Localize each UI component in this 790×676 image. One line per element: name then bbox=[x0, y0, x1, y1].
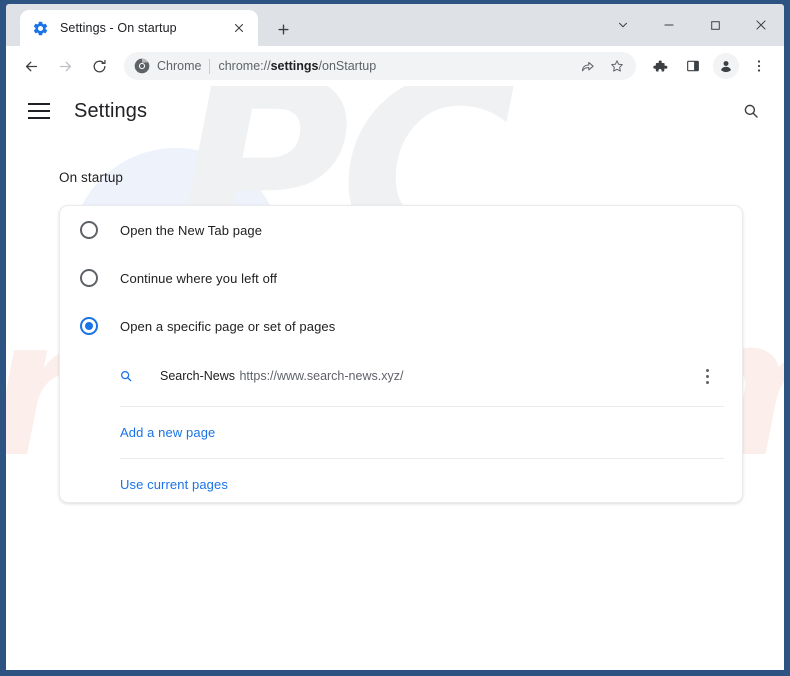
menu-dot bbox=[705, 368, 709, 372]
startup-page-row: Search-News https://www.search-news.xyz/ bbox=[60, 348, 742, 404]
reload-icon[interactable] bbox=[85, 52, 113, 80]
add-new-page-link[interactable]: Add a new page bbox=[120, 425, 215, 440]
radio-label: Open the New Tab page bbox=[120, 222, 263, 238]
close-icon[interactable] bbox=[738, 4, 784, 46]
startup-page-three-dot-menu-icon[interactable] bbox=[696, 361, 718, 391]
radio-label: Open a specific page or set of pages bbox=[120, 318, 336, 334]
new-tab-button[interactable] bbox=[270, 16, 296, 42]
search-magnifier-icon bbox=[118, 368, 134, 384]
chrome-logo-icon bbox=[134, 58, 150, 74]
radio-option-continue-where-left-off[interactable]: Continue where you left off bbox=[60, 254, 742, 302]
omnibox-actions bbox=[572, 52, 632, 80]
settings-page: PC risk.com Settings On startup Op bbox=[6, 86, 784, 670]
omnibox-url[interactable]: chrome://settings/onStartup bbox=[218, 59, 572, 73]
puzzle-piece-icon[interactable] bbox=[645, 52, 673, 80]
search-icon[interactable] bbox=[738, 98, 764, 124]
startup-page-name: Search-News bbox=[160, 369, 236, 383]
tab-strip: Settings - On startup bbox=[6, 4, 784, 46]
radio-indicator[interactable] bbox=[80, 269, 98, 287]
url-prefix: chrome:// bbox=[218, 59, 271, 73]
hamburger-menu-icon[interactable] bbox=[28, 99, 52, 123]
omnibox-separator bbox=[209, 58, 211, 74]
hamburger-line bbox=[28, 110, 50, 112]
minimize-icon[interactable] bbox=[646, 4, 692, 46]
back-arrow-icon[interactable] bbox=[17, 52, 45, 80]
radio-indicator[interactable] bbox=[80, 221, 98, 239]
radio-indicator-selected[interactable] bbox=[80, 317, 98, 335]
url-path: /onStartup bbox=[318, 59, 377, 73]
radio-label: Continue where you left off bbox=[120, 270, 278, 286]
side-panel-icon[interactable] bbox=[679, 52, 707, 80]
add-new-page-row[interactable]: Add a new page bbox=[120, 407, 215, 457]
use-current-pages-link[interactable]: Use current pages bbox=[120, 477, 228, 492]
tab-close-icon[interactable] bbox=[230, 19, 248, 37]
settings-gear-icon bbox=[32, 20, 49, 37]
url-host: settings bbox=[270, 59, 319, 73]
maximize-icon[interactable] bbox=[692, 4, 738, 46]
browser-window: Settings - On startup Chrome chrome://se… bbox=[0, 0, 790, 676]
omnibox-chip-label: Chrome bbox=[157, 59, 202, 73]
address-bar[interactable]: Chrome chrome://settings/onStartup bbox=[124, 52, 636, 80]
radio-option-new-tab-page[interactable]: Open the New Tab page bbox=[60, 206, 742, 254]
use-current-pages-row[interactable]: Use current pages bbox=[120, 459, 228, 509]
tab-search-chevron-down-icon[interactable] bbox=[600, 4, 646, 46]
window-controls bbox=[600, 4, 784, 46]
radio-option-specific-pages[interactable]: Open a specific page or set of pages bbox=[60, 302, 742, 350]
browser-tab[interactable]: Settings - On startup bbox=[20, 10, 258, 46]
forward-arrow-icon bbox=[51, 52, 79, 80]
menu-dot bbox=[705, 374, 709, 378]
share-icon[interactable] bbox=[573, 52, 601, 80]
on-startup-card: Open the New Tab page Continue where you… bbox=[59, 205, 743, 503]
browser-toolbar: Chrome chrome://settings/onStartup bbox=[6, 46, 784, 86]
page-title: Settings bbox=[74, 99, 148, 122]
account-avatar-icon[interactable] bbox=[713, 53, 739, 79]
hamburger-line bbox=[28, 103, 50, 105]
tab-title: Settings - On startup bbox=[60, 21, 177, 35]
section-heading: On startup bbox=[59, 170, 124, 185]
hamburger-line bbox=[28, 117, 50, 119]
startup-page-text: Search-News https://www.search-news.xyz/ bbox=[160, 366, 696, 386]
three-dot-menu-icon[interactable] bbox=[745, 52, 773, 80]
settings-header: Settings bbox=[6, 86, 784, 136]
menu-dot bbox=[705, 380, 709, 384]
startup-page-url: https://www.search-news.xyz/ bbox=[239, 369, 404, 383]
star-icon[interactable] bbox=[603, 52, 631, 80]
